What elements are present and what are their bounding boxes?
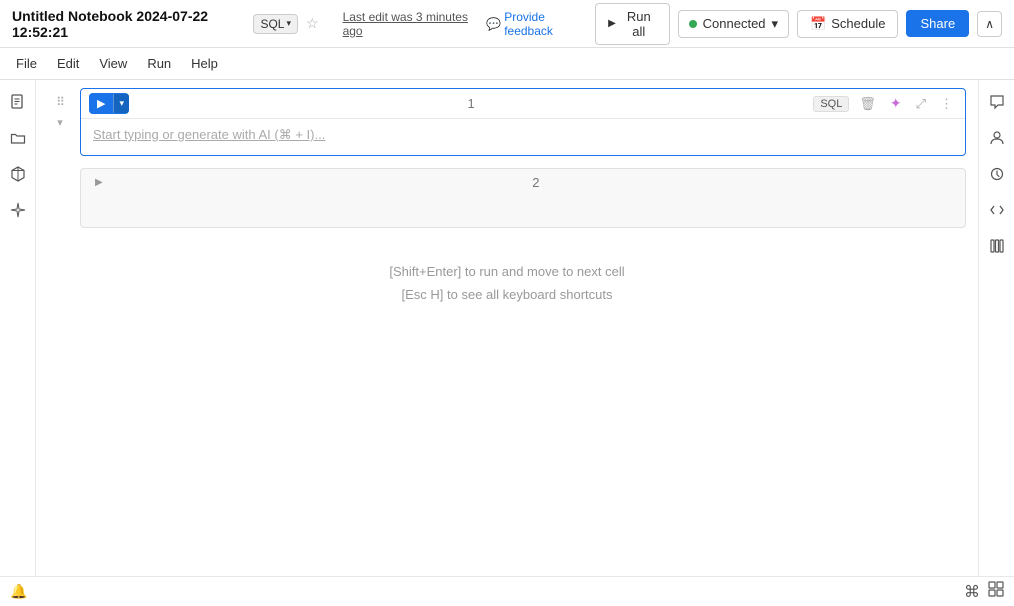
sql-badge-button[interactable]: SQL ▾ [253, 14, 298, 34]
play-icon: ▶ [608, 18, 616, 29]
sidebar-chat-icon[interactable] [983, 88, 1011, 116]
menu-file[interactable]: File [8, 53, 45, 74]
collapse-button[interactable]: ∧ [977, 11, 1002, 37]
drag-handle-icon[interactable]: ⠿ [56, 96, 64, 108]
menu-view[interactable]: View [91, 53, 135, 74]
cells-container: ⠿ ▾ ▶ ▾ 1 SQL 🗑 ✦ ⤢ ⋮ [36, 80, 978, 576]
sidebar-library-icon[interactable] [983, 232, 1011, 260]
left-sidebar [0, 80, 36, 576]
calendar-icon: 📅 [810, 16, 826, 32]
right-sidebar [978, 80, 1014, 576]
sidebar-document-icon[interactable] [4, 88, 32, 116]
hint-line-1: [Shift+Enter] to run and move to next ce… [60, 260, 954, 283]
cell-1[interactable]: ▶ ▾ 1 SQL 🗑 ✦ ⤢ ⋮ Start typing or genera… [80, 88, 966, 156]
sidebar-history-icon[interactable] [983, 160, 1011, 188]
notebook-area: ⠿ ▾ ▶ ▾ 1 SQL 🗑 ✦ ⤢ ⋮ [36, 80, 978, 576]
share-button[interactable]: Share [906, 10, 969, 37]
sidebar-package-icon[interactable] [4, 160, 32, 188]
keyboard-hints: [Shift+Enter] to run and move to next ce… [40, 240, 974, 327]
cell-2-run-button[interactable]: ▶ [89, 173, 109, 192]
cell-ai-icon[interactable]: ✦ [886, 93, 906, 114]
cell-2-header: ▶ 2 [81, 169, 965, 196]
cell-more-icon[interactable]: ⋮ [936, 94, 957, 114]
cell-run-dropdown-button[interactable]: ▾ [113, 94, 129, 113]
chat-bubble-icon: 💬 [486, 17, 501, 31]
cell-1-type-badge[interactable]: SQL [813, 96, 849, 112]
notification-icon[interactable]: 🔔 [10, 583, 27, 600]
connected-button[interactable]: Connected ▾ [678, 10, 789, 38]
cell-1-body[interactable]: Start typing or generate with AI (⌘ + I)… [81, 119, 965, 155]
sql-chevron-icon: ▾ [286, 18, 291, 29]
connected-status-dot [689, 20, 697, 28]
cell-1-placeholder: Start typing or generate with AI (⌘ + I)… [93, 127, 325, 142]
grid-view-icon[interactable] [988, 581, 1004, 602]
star-icon[interactable]: ☆ [306, 15, 319, 32]
cell-delete-icon[interactable]: 🗑 [855, 94, 880, 114]
run-button-group: ▶ ▾ [89, 93, 129, 114]
collapse-cell-icon[interactable]: ▾ [57, 116, 63, 129]
bottom-bar: 🔔 ⌘ [0, 576, 1014, 606]
connected-chevron-icon: ▾ [772, 16, 779, 32]
cell-2-gutter [40, 168, 80, 236]
provide-feedback-link[interactable]: 💬 Provide feedback [486, 10, 587, 38]
menu-edit[interactable]: Edit [49, 53, 87, 74]
cell-run-button[interactable]: ▶ [89, 93, 113, 114]
run-all-button[interactable]: ▶ Run all [595, 3, 669, 45]
cmd-shortcut-icon[interactable]: ⌘ [964, 582, 980, 602]
sidebar-code-icon[interactable] [983, 196, 1011, 224]
last-edit-text: Last edit was 3 minutes ago [343, 10, 479, 38]
notebook-title: Untitled Notebook 2024-07-22 12:52:21 [12, 8, 245, 40]
cell-1-header: ▶ ▾ 1 SQL 🗑 ✦ ⤢ ⋮ [81, 89, 965, 119]
cell-2-row: ▶ 2 [40, 168, 974, 236]
top-bar: Untitled Notebook 2024-07-22 12:52:21 SQ… [0, 0, 1014, 48]
cell-1-row: ⠿ ▾ ▶ ▾ 1 SQL 🗑 ✦ ⤢ ⋮ [40, 88, 974, 164]
menu-help[interactable]: Help [183, 53, 226, 74]
sidebar-person-icon[interactable] [983, 124, 1011, 152]
menu-bar: File Edit View Run Help [0, 48, 1014, 80]
menu-run[interactable]: Run [139, 53, 179, 74]
schedule-button[interactable]: 📅 Schedule [797, 10, 898, 38]
main-layout: ⠿ ▾ ▶ ▾ 1 SQL 🗑 ✦ ⤢ ⋮ [0, 80, 1014, 576]
cell-1-gutter: ⠿ ▾ [40, 88, 80, 164]
cell-expand-icon[interactable]: ⤢ [912, 94, 930, 114]
cell-2[interactable]: ▶ 2 [80, 168, 966, 228]
hint-line-2: [Esc H] to see all keyboard shortcuts [60, 283, 954, 306]
sidebar-folder-icon[interactable] [4, 124, 32, 152]
sidebar-sparkle-icon[interactable] [4, 196, 32, 224]
cell-2-number: 2 [115, 175, 957, 190]
cell-1-number: 1 [135, 96, 807, 111]
